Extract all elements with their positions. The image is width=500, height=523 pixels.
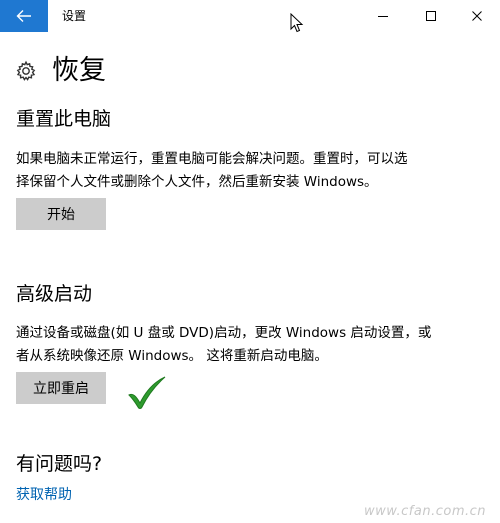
page-title: 恢复	[52, 55, 106, 86]
back-button[interactable]	[0, 0, 48, 32]
checkmark-icon	[128, 376, 166, 409]
advanced-startup-heading: 高级启动	[16, 283, 93, 305]
title-bar: 设置	[0, 0, 500, 33]
restart-now-button[interactable]: 立即重启	[16, 372, 106, 404]
help-heading: 有问题吗?	[16, 453, 103, 475]
reset-pc-heading: 重置此电脑	[16, 108, 112, 130]
get-help-link[interactable]: 获取帮助	[16, 484, 72, 504]
maximize-button[interactable]	[408, 0, 454, 32]
page-header: 恢复	[14, 52, 106, 90]
minimize-icon	[378, 16, 388, 17]
close-icon	[472, 11, 482, 21]
reset-pc-start-button[interactable]: 开始	[16, 198, 106, 230]
close-button[interactable]	[454, 0, 500, 32]
arrow-left-icon	[16, 10, 31, 22]
advanced-startup-description-line-1: 通过设备或磁盘(如 U 盘或 DVD)启动，更改 Windows 启动设置，或	[16, 325, 432, 341]
reset-pc-description-line-1: 如果电脑未正常运行，重置电脑可能会解决问题。重置时，可以选	[16, 151, 408, 167]
watermark: www.cfan.com.cn	[363, 504, 486, 519]
advanced-startup-description: 通过设备或磁盘(如 U 盘或 DVD)启动，更改 Windows 启动设置，或 …	[16, 322, 486, 368]
gear-icon	[14, 59, 38, 83]
maximize-icon	[426, 11, 436, 21]
advanced-startup-description-line-2: 者从系统映像还原 Windows。 这将重新启动电脑。	[16, 348, 328, 364]
mouse-cursor-icon	[290, 13, 304, 33]
reset-pc-description-line-2: 择保留个人文件或删除个人文件，然后重新安装 Windows。	[16, 174, 378, 190]
minimize-button[interactable]	[360, 0, 406, 32]
reset-pc-description: 如果电脑未正常运行，重置电脑可能会解决问题。重置时，可以选 择保留个人文件或删除…	[16, 148, 486, 194]
window-title: 设置	[62, 9, 87, 23]
